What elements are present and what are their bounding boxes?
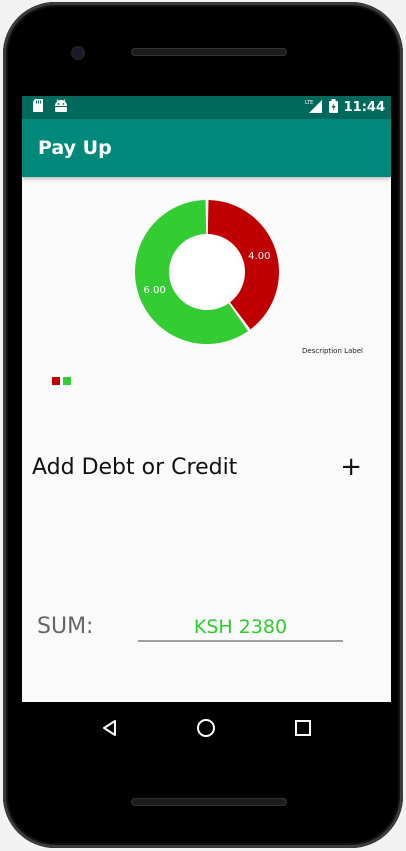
camera-icon bbox=[71, 46, 85, 60]
status-bar: LTE 11:44 bbox=[22, 96, 391, 119]
bottom-speaker bbox=[131, 798, 287, 806]
pie-chart[interactable]: 4.00 6.00 Description Label bbox=[22, 177, 391, 377]
chart-legend bbox=[52, 377, 71, 385]
app-screen: LTE 11:44 Pay Up 4.00 6.00 Description La… bbox=[22, 96, 391, 702]
add-debt-label: Add Debt or Credit bbox=[32, 454, 238, 480]
pie-slice-label: 6.00 bbox=[144, 285, 166, 296]
pie-slice-label: 4.00 bbox=[248, 251, 270, 262]
recents-icon[interactable] bbox=[291, 716, 315, 740]
clock-time: 11:44 bbox=[343, 100, 385, 115]
chart-description-label: Description Label bbox=[302, 347, 363, 355]
signal-icon: LTE bbox=[305, 99, 323, 117]
app-title: Pay Up bbox=[38, 137, 112, 159]
navigation-bar bbox=[22, 702, 391, 754]
back-icon[interactable] bbox=[98, 716, 122, 740]
legend-swatch bbox=[63, 377, 71, 385]
pie-center-hole bbox=[173, 238, 241, 306]
sum-value-field[interactable]: KSH 2380 bbox=[138, 616, 343, 642]
top-speaker bbox=[131, 48, 287, 56]
app-toolbar: Pay Up bbox=[22, 119, 391, 177]
android-icon bbox=[54, 99, 68, 116]
legend-swatch bbox=[52, 377, 60, 385]
add-debt-row: Add Debt or Credit + bbox=[32, 454, 362, 480]
sum-label: SUM: bbox=[37, 614, 94, 639]
battery-icon bbox=[328, 98, 338, 117]
home-icon[interactable] bbox=[194, 716, 218, 740]
sd-card-icon bbox=[32, 99, 44, 116]
add-button[interactable]: + bbox=[340, 454, 362, 480]
network-type-label: LTE bbox=[305, 100, 313, 106]
